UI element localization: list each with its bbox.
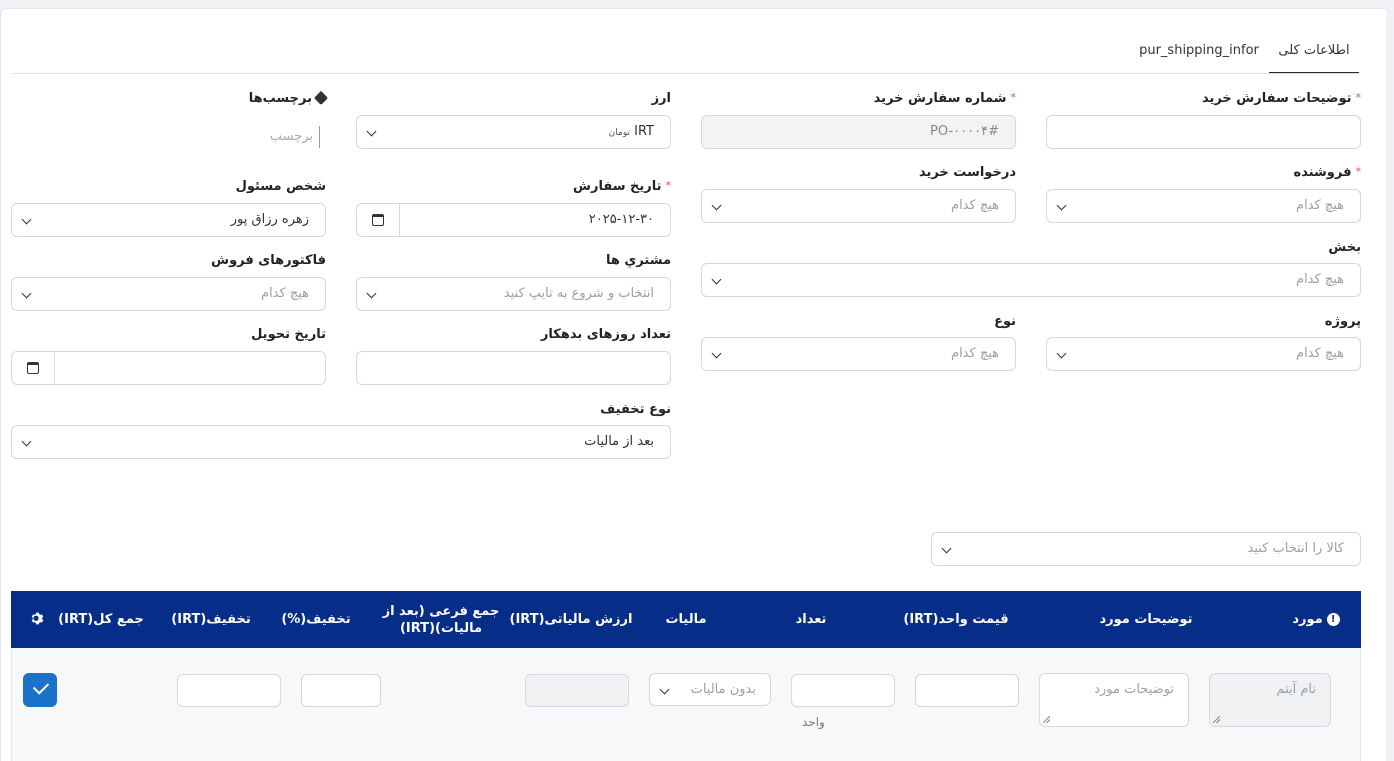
th-tax: مالیات bbox=[665, 612, 707, 627]
tag-icon bbox=[313, 90, 329, 106]
th-qty: تعداد bbox=[795, 612, 827, 627]
calendar-button[interactable] bbox=[12, 352, 55, 384]
type-label: نوع bbox=[994, 314, 1016, 329]
chevron-down-icon bbox=[21, 214, 32, 225]
th-total: جمع کل(IRT) bbox=[58, 612, 144, 627]
chevron-down-icon bbox=[21, 288, 32, 299]
th-unit-price: قیمت واحد(IRT) bbox=[903, 612, 1009, 627]
discount-irt-input[interactable] bbox=[177, 674, 281, 707]
purchase-request-select[interactable]: هیچ کدام bbox=[701, 189, 1016, 223]
order-desc-label: *توضیحات سفارش خرید bbox=[1201, 91, 1361, 106]
items-table-header: ! مورد توضیحات مورد قیمت واحد(IRT) تعداد … bbox=[11, 591, 1361, 648]
chevron-down-icon bbox=[21, 436, 32, 447]
credit-days-input[interactable] bbox=[356, 351, 671, 385]
order-date-label: *تاریخ سفارش bbox=[573, 179, 671, 194]
gear-icon[interactable] bbox=[30, 611, 45, 630]
discount-type-label: نوع تخفیف bbox=[600, 402, 671, 417]
item-desc-input[interactable]: توضیحات مورد bbox=[1039, 673, 1189, 727]
th-subtotal: جمع فرعی (بعد از مالیات)(IRT) bbox=[382, 603, 500, 636]
discount-pct-input[interactable] bbox=[301, 674, 381, 707]
tags-input[interactable]: برچسب bbox=[270, 126, 320, 148]
add-row-button[interactable] bbox=[23, 673, 57, 707]
sales-invoices-select[interactable]: هیچ کدام bbox=[11, 277, 326, 311]
th-item-desc: توضیحات مورد bbox=[1099, 612, 1193, 627]
purchase-request-label: درخواست خرید bbox=[918, 165, 1016, 180]
customers-label: مشتري ها bbox=[605, 253, 671, 268]
resize-handle-icon[interactable] bbox=[1043, 716, 1050, 723]
chevron-down-icon bbox=[659, 684, 670, 695]
department-label: بخش bbox=[1328, 240, 1361, 255]
project-label: پروژه bbox=[1324, 314, 1361, 329]
order-number-label: *شماره سفارش خرید bbox=[873, 91, 1016, 106]
discount-type-select[interactable]: بعد از مالیات bbox=[11, 425, 671, 459]
tab-general-info[interactable]: اطلاعات کلی bbox=[1269, 36, 1359, 74]
tab-shipping-info[interactable]: pur_shipping_infor bbox=[1136, 36, 1262, 74]
delivery-date-input[interactable] bbox=[11, 351, 326, 385]
responsible-select[interactable]: زهره رزاق پور bbox=[11, 203, 326, 237]
chevron-down-icon bbox=[1056, 200, 1067, 211]
customers-select[interactable]: انتخاب و شروع به تایپ کنید bbox=[356, 277, 671, 311]
order-desc-input[interactable] bbox=[1046, 115, 1361, 149]
resize-handle-icon[interactable] bbox=[1213, 716, 1220, 723]
department-select[interactable]: هیچ کدام bbox=[701, 263, 1361, 297]
credit-days-label: تعداد روزهای بدهکار bbox=[540, 327, 671, 342]
chevron-down-icon bbox=[711, 200, 722, 211]
chevron-down-icon bbox=[711, 274, 722, 285]
project-select[interactable]: هیچ کدام bbox=[1046, 337, 1361, 371]
chevron-down-icon bbox=[366, 126, 377, 137]
order-number-input: #PO-۰۰۰۰۴ bbox=[701, 115, 1016, 149]
unit-label: واحد bbox=[802, 715, 825, 729]
item-name-input[interactable]: نام آیتم bbox=[1209, 673, 1331, 727]
chevron-down-icon bbox=[1056, 348, 1067, 359]
responsible-label: شخص مسئول bbox=[235, 179, 326, 194]
tabs-divider bbox=[11, 73, 1359, 74]
order-date-input[interactable]: ۲۰۲۵-۱۲-۳۰ bbox=[356, 203, 671, 237]
unit-price-input[interactable] bbox=[915, 674, 1019, 707]
items-table-body: نام آیتم توضیحات مورد واحد بدون مالیات bbox=[11, 648, 1361, 761]
chevron-down-icon bbox=[941, 543, 952, 554]
tax-select[interactable]: بدون مالیات bbox=[649, 673, 771, 706]
calendar-button[interactable] bbox=[357, 204, 400, 236]
type-select[interactable]: هیچ کدام bbox=[701, 337, 1016, 371]
th-item: ! مورد bbox=[1271, 591, 1361, 648]
th-discount-irt: تخفیف(IRT) bbox=[171, 612, 251, 627]
sales-invoices-label: فاکتورهای فروش bbox=[211, 253, 326, 268]
item-select[interactable]: کالا را انتخاب کنید bbox=[931, 532, 1361, 566]
currency-label: ارز bbox=[651, 91, 671, 106]
vendor-label: *فروشنده bbox=[1293, 165, 1361, 180]
currency-select[interactable]: IRT تومان bbox=[356, 115, 671, 149]
th-tax-value: ارزش مالیاتی(IRT) bbox=[509, 612, 633, 627]
chevron-down-icon bbox=[711, 348, 722, 359]
vendor-select[interactable]: هیچ کدام bbox=[1046, 189, 1361, 223]
tax-value-input bbox=[525, 674, 629, 707]
chevron-down-icon bbox=[366, 288, 377, 299]
qty-input[interactable] bbox=[791, 674, 895, 707]
currency-value: IRT تومان bbox=[608, 124, 654, 139]
th-discount-pct: تخفیف(%) bbox=[281, 612, 351, 627]
info-icon: ! bbox=[1326, 613, 1340, 626]
tags-label: برچسب‌ها bbox=[249, 90, 329, 106]
calendar-icon bbox=[372, 214, 384, 226]
calendar-icon bbox=[27, 362, 39, 374]
delivery-date-label: تاریخ تحویل bbox=[251, 327, 326, 342]
